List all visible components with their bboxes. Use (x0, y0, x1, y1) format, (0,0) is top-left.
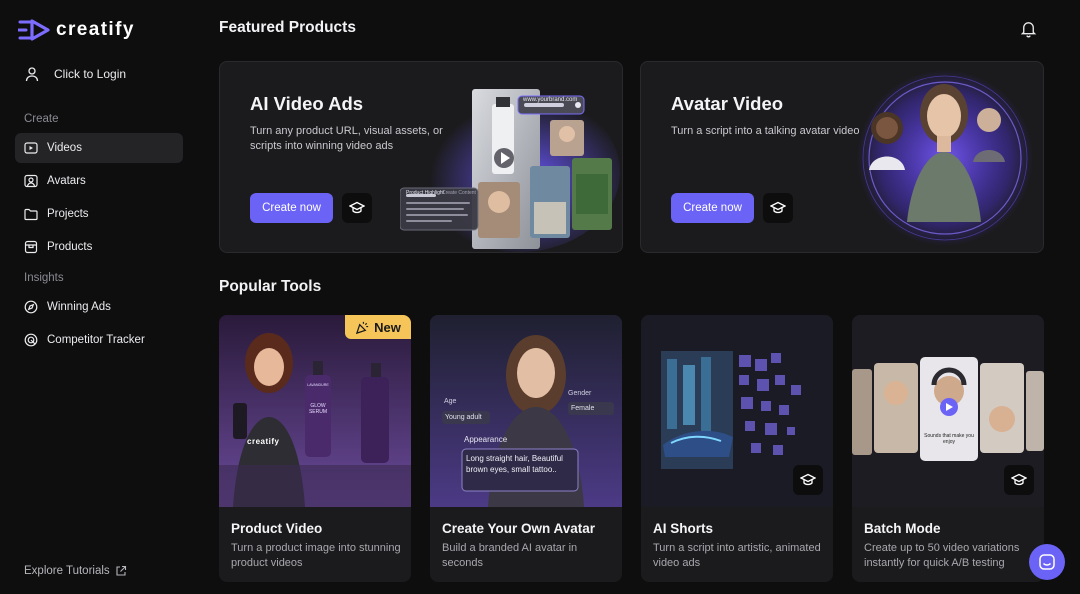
sidebar-item-label: Products (47, 241, 93, 253)
graduation-cap-icon (349, 201, 365, 214)
party-popper-icon (356, 321, 369, 334)
sidebar-item-label: Avatars (47, 175, 86, 187)
create-now-button[interactable]: Create now (250, 193, 333, 223)
bottle-brand-text: LAVANDURE (307, 383, 329, 387)
login-link[interactable]: Click to Login (24, 66, 126, 82)
feature-description: Turn any product URL, visual assets, or … (250, 125, 443, 152)
product-box-icon (24, 240, 38, 254)
avatar-video-collage (857, 70, 1033, 246)
tutorial-button[interactable] (763, 193, 793, 223)
ai-video-ads-collage (400, 89, 620, 252)
tool-title: AI Shorts (653, 521, 714, 536)
product-video-thumbnail: creatify LAVANDURE GLOW SERUM New (219, 315, 411, 507)
tutorial-button[interactable] (342, 193, 372, 223)
folder-icon (24, 208, 38, 221)
sidebar-item-winning-ads[interactable]: Winning Ads (15, 292, 183, 322)
compass-icon (24, 300, 38, 314)
insights-section-label: Insights (24, 272, 64, 284)
age-label: Age (444, 398, 457, 405)
create-section-label: Create (24, 113, 59, 125)
graduation-cap-icon (770, 201, 786, 214)
new-badge: New (345, 315, 411, 339)
tutorial-button[interactable] (793, 465, 823, 495)
age-value: Young adult (445, 414, 482, 421)
gender-label: Gender (568, 390, 592, 397)
ai-shorts-thumbnail (641, 315, 833, 507)
video-caption: Sounds that make you enjoy (924, 433, 974, 445)
sidebar-item-avatars[interactable]: Avatars (15, 166, 183, 196)
create-now-button[interactable]: Create now (671, 193, 754, 223)
tutorial-button[interactable] (1004, 465, 1034, 495)
sidebar-item-label: Competitor Tracker (47, 334, 145, 346)
sidebar-item-projects[interactable]: Projects (15, 199, 183, 229)
logo[interactable]: creatify (18, 18, 135, 42)
sidebar-item-products[interactable]: Products (15, 232, 183, 262)
panel-tab: Create Content (442, 190, 476, 196)
tool-description: Turn a product image into stunning produ… (231, 542, 401, 569)
creatify-logo-icon (18, 19, 50, 41)
url-chip: www.yourbrand.com (523, 97, 578, 103)
tool-title: Create Your Own Avatar (442, 521, 596, 536)
avatar-icon (24, 174, 38, 188)
tool-title: Product Video (231, 521, 323, 536)
feature-title: Avatar Video (671, 93, 784, 114)
appearance-label: Appearance (464, 435, 508, 444)
new-badge-label: New (374, 319, 401, 335)
radar-icon (24, 333, 38, 347)
tool-card-create-avatar[interactable]: Age Young adult Gender Female Appearance… (430, 315, 622, 582)
feature-title: AI Video Ads (250, 93, 364, 114)
shirt-brand-text: creatify (247, 437, 280, 446)
chat-icon (1039, 554, 1055, 570)
sidebar: creatify Click to Login Create Videos Av… (0, 0, 198, 594)
explore-tutorials-label: Explore Tutorials (24, 565, 110, 577)
create-avatar-thumbnail: Age Young adult Gender Female Appearance… (430, 315, 622, 507)
support-chat-button[interactable] (1029, 544, 1065, 580)
sidebar-item-videos[interactable]: Videos (15, 133, 183, 163)
appearance-text: Long straight hair, Beautiful brown eyes… (466, 454, 563, 474)
notification-bell-icon[interactable] (1019, 19, 1038, 38)
app-root: creatify Click to Login Create Videos Av… (0, 0, 1080, 594)
feature-card-ai-video-ads: www.yourbrand.com Product Highlight Crea… (219, 61, 623, 253)
feature-description: Turn a script into a talking avatar vide… (671, 125, 860, 137)
tool-description: Turn a script into artistic, animated vi… (653, 542, 821, 569)
sidebar-item-label: Videos (47, 142, 82, 154)
bottle-label-text: GLOW SERUM (308, 403, 328, 415)
tool-title: Batch Mode (864, 521, 941, 536)
feature-card-avatar-video: Avatar Video Turn a script into a talkin… (640, 61, 1044, 253)
video-icon (24, 142, 38, 154)
sidebar-item-competitor-tracker[interactable]: Competitor Tracker (15, 325, 183, 355)
tool-description: Build a branded AI avatar in seconds (442, 542, 578, 569)
graduation-cap-icon (800, 473, 816, 486)
graduation-cap-icon (1011, 473, 1027, 486)
brand-name: creatify (56, 19, 135, 40)
popular-tools-title: Popular Tools (219, 278, 322, 295)
tool-description: Create up to 50 video variations instant… (864, 542, 1020, 569)
login-label: Click to Login (54, 67, 127, 81)
sidebar-item-label: Projects (47, 208, 89, 220)
user-icon (25, 67, 39, 82)
external-link-icon (116, 565, 126, 576)
explore-tutorials-link[interactable]: Explore Tutorials (24, 565, 127, 577)
tool-card-ai-shorts[interactable]: AI Shorts Turn a script into artistic, a… (641, 315, 833, 582)
batch-mode-thumbnail: Sounds that make you enjoy (852, 315, 1044, 507)
gender-value: Female (571, 405, 595, 412)
sidebar-item-label: Winning Ads (47, 301, 111, 313)
tool-card-product-video[interactable]: creatify LAVANDURE GLOW SERUM New Produc… (219, 315, 411, 582)
featured-products-title: Featured Products (219, 19, 356, 36)
tool-card-batch-mode[interactable]: Sounds that make you enjoy Batch Mode Cr… (852, 315, 1044, 582)
panel-title: Product Highlight (406, 190, 445, 196)
